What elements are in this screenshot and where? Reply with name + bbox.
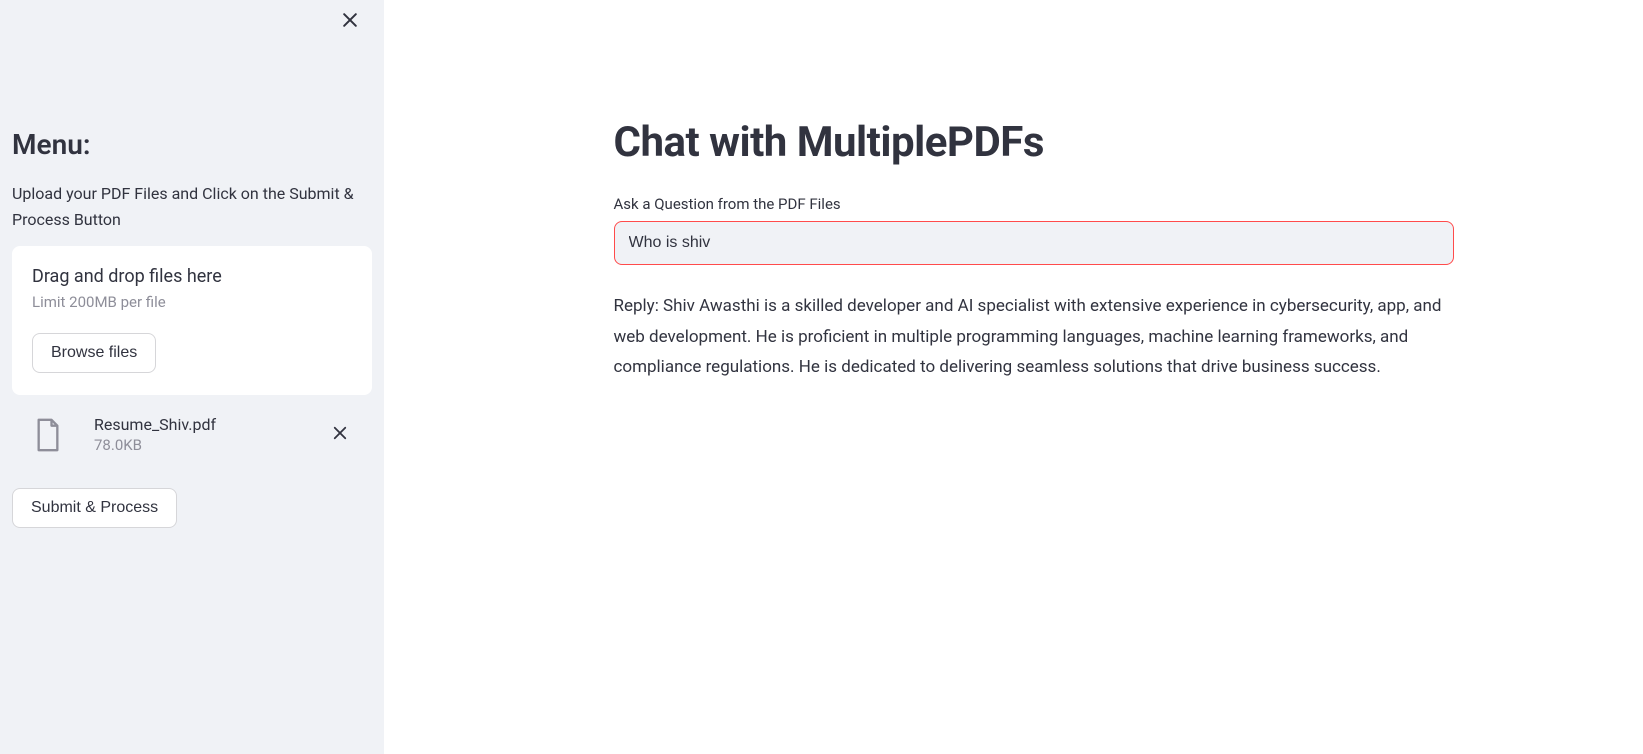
- file-dropzone[interactable]: Drag and drop files here Limit 200MB per…: [12, 246, 372, 395]
- question-label: Ask a Question from the PDF Files: [614, 195, 1454, 213]
- sidebar: Menu: Upload your PDF Files and Click on…: [0, 0, 384, 754]
- remove-file-button[interactable]: [326, 421, 354, 449]
- file-icon: [34, 417, 62, 453]
- sidebar-title: Menu:: [12, 128, 372, 161]
- dropzone-limit: Limit 200MB per file: [32, 293, 352, 311]
- dropzone-title: Drag and drop files here: [32, 266, 352, 287]
- sidebar-close-button[interactable]: [336, 8, 364, 36]
- content: Chat with MultiplePDFs Ask a Question fr…: [614, 0, 1454, 754]
- file-size: 78.0KB: [94, 436, 294, 454]
- file-meta: Resume_Shiv.pdf 78.0KB: [94, 415, 294, 454]
- reply-text: Reply: Shiv Awasthi is a skilled develop…: [614, 291, 1454, 383]
- close-icon: [340, 10, 360, 34]
- sidebar-description: Upload your PDF Files and Click on the S…: [12, 181, 362, 232]
- question-input[interactable]: [614, 221, 1454, 265]
- close-icon: [331, 424, 349, 446]
- main-area: Chat with MultiplePDFs Ask a Question fr…: [384, 0, 1643, 754]
- file-name: Resume_Shiv.pdf: [94, 415, 294, 434]
- page-title: Chat with MultiplePDFs: [614, 118, 1454, 167]
- app-root: Menu: Upload your PDF Files and Click on…: [0, 0, 1643, 754]
- browse-files-button[interactable]: Browse files: [32, 333, 156, 373]
- submit-process-button[interactable]: Submit & Process: [12, 488, 177, 528]
- uploaded-file-row: Resume_Shiv.pdf 78.0KB: [12, 405, 372, 464]
